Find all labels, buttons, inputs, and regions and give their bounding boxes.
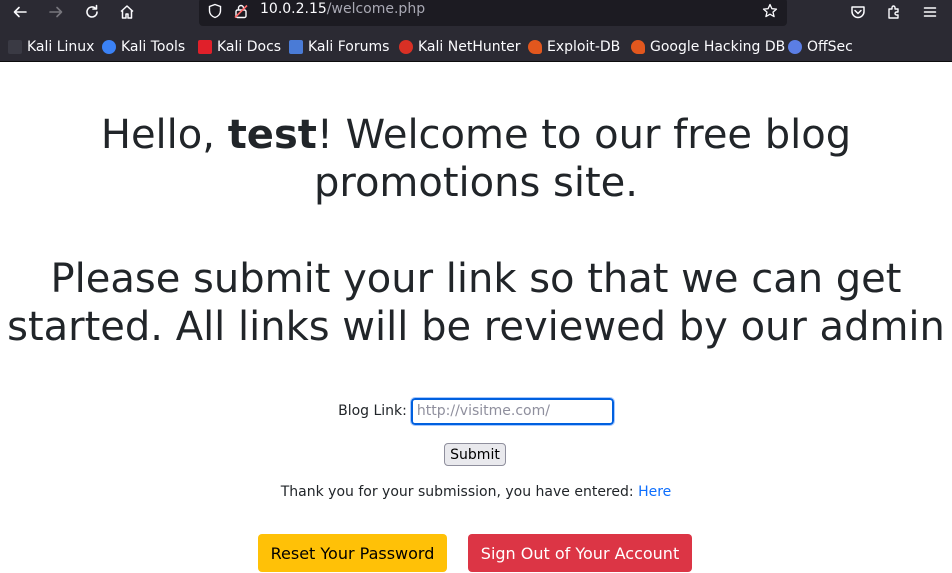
browser-toolbar: 10.0.2.15/welcome.php (0, 0, 952, 26)
ghdb-icon (631, 39, 645, 54)
submit-instructions-heading: Please submit your link so that we can g… (7, 256, 945, 350)
bookmark-label: Kali Linux (27, 38, 95, 55)
bookmark-kali-linux[interactable]: Kali Linux (8, 38, 94, 55)
forward-arrow-icon (49, 6, 63, 18)
reset-password-button[interactable]: Reset Your Password (258, 534, 447, 572)
back-button[interactable] (8, 0, 32, 24)
url-path: /welcome.php (326, 1, 426, 17)
menu-button[interactable] (918, 0, 942, 24)
bookmark-label: Exploit-DB (547, 38, 621, 55)
bookmark-label: Kali Docs (217, 38, 282, 55)
username: test (227, 112, 317, 158)
submit-button[interactable]: Submit (444, 443, 506, 466)
reload-button[interactable] (80, 0, 104, 24)
bookmarks-toolbar: Kali Linux Kali Tools Kali Docs Kali For… (0, 26, 952, 62)
greeting-prefix: Hello, (100, 112, 228, 158)
bookmark-exploit-db[interactable]: Exploit-DB (528, 38, 620, 55)
blog-link-form: Blog Link: (0, 396, 952, 426)
insecure-lock-icon (234, 4, 248, 19)
bookmark-star-icon[interactable] (762, 3, 778, 19)
bookmark-label: Google Hacking DB (650, 38, 786, 55)
bookmark-kali-nethunter[interactable]: Kali NetHunter (399, 38, 520, 55)
sign-out-button[interactable]: Sign Out of Your Account (468, 534, 692, 572)
blog-link-label: Blog Link: (338, 403, 407, 419)
bookmark-label: Kali NetHunter (418, 38, 521, 55)
puzzle-piece-icon (888, 5, 899, 19)
exploit-db-icon (528, 39, 542, 54)
address-bar[interactable]: 10.0.2.15/welcome.php (199, 0, 787, 26)
nethunter-icon (399, 39, 413, 54)
kali-forums-icon (289, 39, 303, 54)
submission-confirmation: Thank you for your submission, you have … (0, 483, 952, 501)
kali-tools-icon (102, 39, 116, 54)
home-icon (120, 5, 134, 19)
back-arrow-icon (13, 6, 27, 18)
bookmark-kali-docs[interactable]: Kali Docs (198, 38, 281, 55)
kali-docs-icon (198, 39, 212, 54)
welcome-heading: Hello, test! Welcome to our free blog pr… (0, 111, 952, 207)
shield-icon (208, 3, 222, 19)
bookmark-kali-forums[interactable]: Kali Forums (289, 38, 389, 55)
pocket-icon (851, 6, 865, 19)
bookmark-label: Kali Forums (308, 38, 390, 55)
bookmark-google-hacking-db[interactable]: Google Hacking DB (631, 38, 785, 55)
forward-button[interactable] (44, 0, 68, 24)
page-content: Hello, test! Welcome to our free blog pr… (0, 63, 952, 573)
bookmark-kali-tools[interactable]: Kali Tools (102, 38, 185, 55)
pocket-button[interactable] (846, 0, 870, 24)
confirmation-text: Thank you for your submission, you have … (280, 484, 639, 500)
hamburger-menu-icon (923, 7, 937, 17)
kali-dragon-icon (8, 39, 22, 54)
submitted-link[interactable]: Here (638, 484, 671, 500)
blog-link-input[interactable] (409, 396, 615, 426)
url-host: 10.0.2.15 (260, 1, 327, 17)
home-button[interactable] (115, 0, 139, 24)
reload-icon (86, 4, 98, 18)
bookmark-offsec[interactable]: OffSec (788, 38, 853, 55)
offsec-icon (788, 39, 802, 54)
bookmark-label: Kali Tools (121, 38, 186, 55)
url-text: 10.0.2.15/welcome.php (260, 1, 425, 17)
extensions-button[interactable] (882, 0, 906, 24)
bookmark-label: OffSec (807, 38, 853, 55)
greeting-suffix: ! Welcome to our free blog promotions si… (313, 112, 852, 206)
